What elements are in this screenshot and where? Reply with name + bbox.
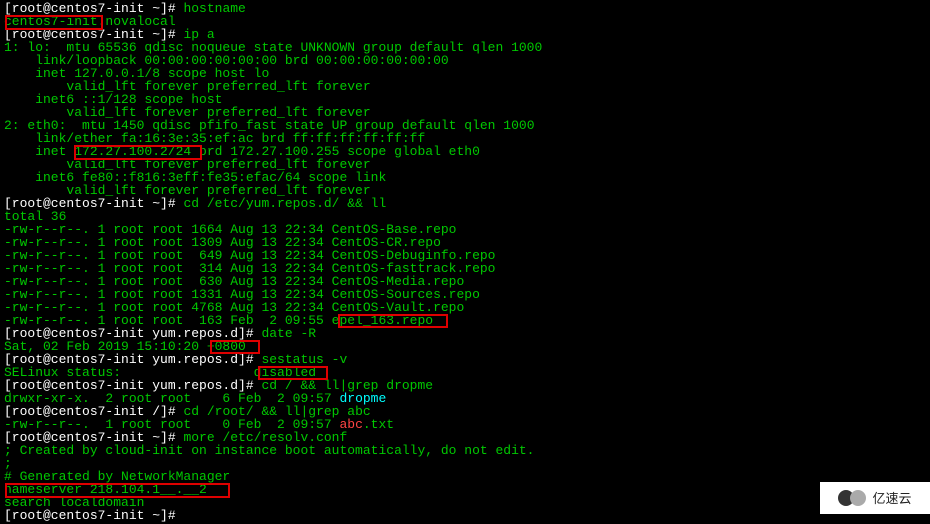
watermark-text: 亿速云 xyxy=(872,492,911,505)
terminal-output: [root@centos7-init ~]# hostname centos7-… xyxy=(0,0,930,524)
watermark-logo: 亿速云 xyxy=(820,482,930,514)
